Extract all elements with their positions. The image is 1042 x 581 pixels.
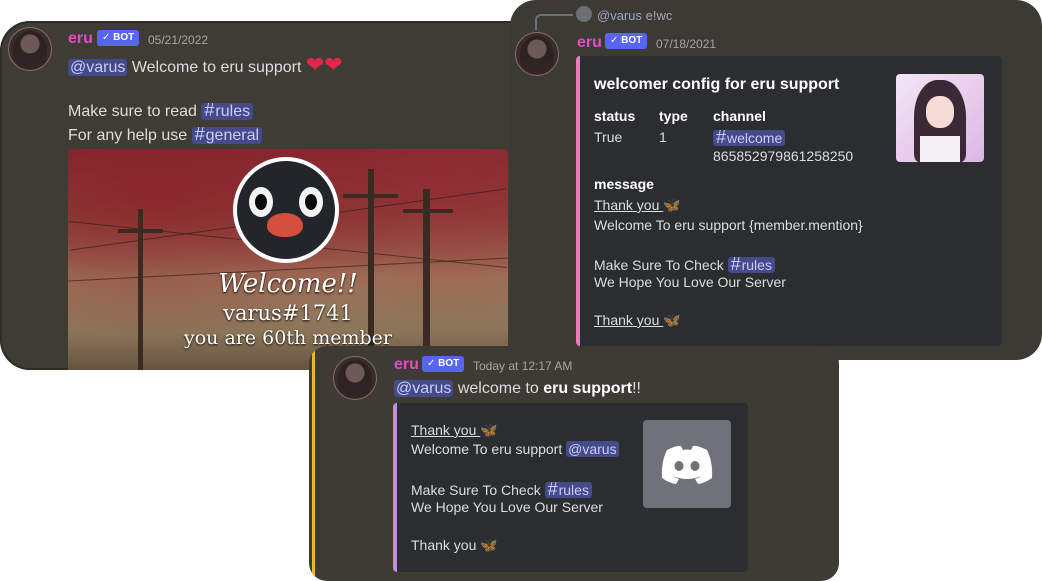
embed-line-2: Welcome To eru support @varus	[411, 441, 619, 457]
welcome-embed: Thank you 🦋 Welcome To eru support @varu…	[393, 403, 748, 572]
message-card-welcome: eru ✓ BOT 05/21/2022 @varus Welcome to e…	[0, 21, 548, 370]
embed-thumbnail-anime[interactable]	[896, 74, 984, 162]
field-message-label: message	[594, 176, 654, 192]
embed-line-4: We Hope You Love Our Server	[411, 499, 603, 515]
bot-avatar[interactable]	[333, 356, 377, 400]
bot-badge: ✓ BOT	[605, 33, 648, 49]
message-content: @varus welcome to eru support!!	[394, 380, 641, 397]
embed-thumbnail-discord[interactable]	[643, 420, 731, 508]
msg-line-1: Thank you 🦋	[594, 197, 681, 213]
field-status-label: status	[594, 108, 636, 124]
channel-name: rules	[558, 482, 589, 498]
hash-icon: #	[547, 479, 558, 499]
timestamp: Today at 12:17 AM	[473, 359, 573, 373]
embed-line-5: Thank you 🦋	[411, 537, 498, 553]
reply-command: e!wc	[645, 8, 673, 23]
hash-icon: #	[204, 100, 215, 120]
user-mention[interactable]: @varus	[68, 59, 128, 76]
msg-line-3: Make Sure To Check #rules	[594, 254, 775, 275]
banner-welcome-text: Welcome!!	[218, 269, 358, 299]
message-line-1: @varus Welcome to eru support ❤❤	[68, 52, 343, 78]
msg-line-4: We Hope You Love Our Server	[594, 274, 786, 290]
user-mention[interactable]: @varus	[566, 441, 619, 457]
field-channel-value: #welcome	[713, 127, 786, 148]
config-embed: welcomer config for eru support status T…	[576, 56, 1002, 346]
bot-badge: ✓ BOT	[97, 30, 140, 46]
reply-mention[interactable]: @varus	[597, 8, 642, 23]
msg-line-5: Thank you 🦋	[594, 312, 681, 328]
embed-title: welcomer config for eru support	[594, 76, 840, 93]
embed-line-1: Thank you 🦋	[411, 422, 498, 438]
butterfly-emoji: 🦋	[663, 312, 681, 328]
channel-mention-rules[interactable]: #rules	[544, 479, 592, 499]
welcome-text: Welcome to eru support	[131, 59, 302, 76]
highlight-bar	[312, 346, 315, 581]
channel-mention-general[interactable]: #general	[191, 124, 263, 144]
bot-avatar[interactable]	[8, 27, 52, 71]
message-line-2: Make sure to read #rules	[68, 100, 254, 121]
channel-name: rules	[215, 103, 251, 120]
field-channel-label: channel	[713, 108, 766, 124]
user-mention[interactable]: @varus	[394, 380, 454, 397]
channel-name: welcome	[727, 130, 783, 146]
hash-icon: #	[730, 254, 741, 274]
message-line-3: For any help use #general	[68, 124, 263, 145]
author-name[interactable]: eru	[68, 30, 93, 48]
butterfly-emoji: 🦋	[480, 422, 498, 438]
channel-mention-rules[interactable]: #rules	[727, 254, 775, 274]
message-card-test: eru ✓ BOT Today at 12:17 AM @varus welco…	[309, 346, 839, 581]
hash-icon: #	[716, 127, 727, 147]
author-name[interactable]: eru	[394, 356, 419, 374]
rules-text: Make sure to read	[68, 103, 197, 120]
help-text: For any help use	[68, 127, 188, 144]
channel-name: general	[205, 127, 260, 144]
bot-badge: ✓ BOT	[422, 356, 465, 372]
field-type-value: 1	[659, 129, 667, 145]
message-card-config: eru ✓ BOT 07/18/2021 welcomer config for…	[510, 0, 1042, 360]
discord-logo-icon	[576, 6, 592, 22]
timestamp: 07/18/2021	[656, 37, 717, 51]
reply-connector	[535, 14, 573, 30]
bot-avatar[interactable]	[515, 32, 559, 76]
heart-emoji: ❤❤	[305, 52, 343, 77]
banner-username: varus#1741	[223, 301, 353, 325]
channel-name: rules	[741, 257, 772, 273]
channel-mention-rules[interactable]: #rules	[201, 100, 254, 120]
butterfly-emoji: 🦋	[480, 537, 498, 553]
field-type-label: type	[659, 108, 688, 124]
field-channel-id: 865852979861258250	[713, 148, 854, 164]
discord-logo-icon	[661, 445, 713, 484]
butterfly-emoji: 🦋	[663, 197, 681, 213]
welcome-banner-image[interactable]: Welcome!! varus#1741 you are 60th member	[68, 149, 508, 370]
msg-line-2: Welcome To eru support {member.mention}	[594, 217, 863, 233]
embed-line-3: Make Sure To Check #rules	[411, 479, 592, 500]
reply-preview[interactable]: @varus e!wc	[597, 8, 672, 23]
author-name[interactable]: eru	[577, 34, 602, 52]
hash-icon: #	[194, 124, 205, 144]
member-avatar	[233, 157, 339, 263]
channel-mention-welcome[interactable]: #welcome	[713, 127, 786, 147]
timestamp: 05/21/2022	[148, 33, 209, 47]
field-status-value: True	[594, 129, 623, 145]
